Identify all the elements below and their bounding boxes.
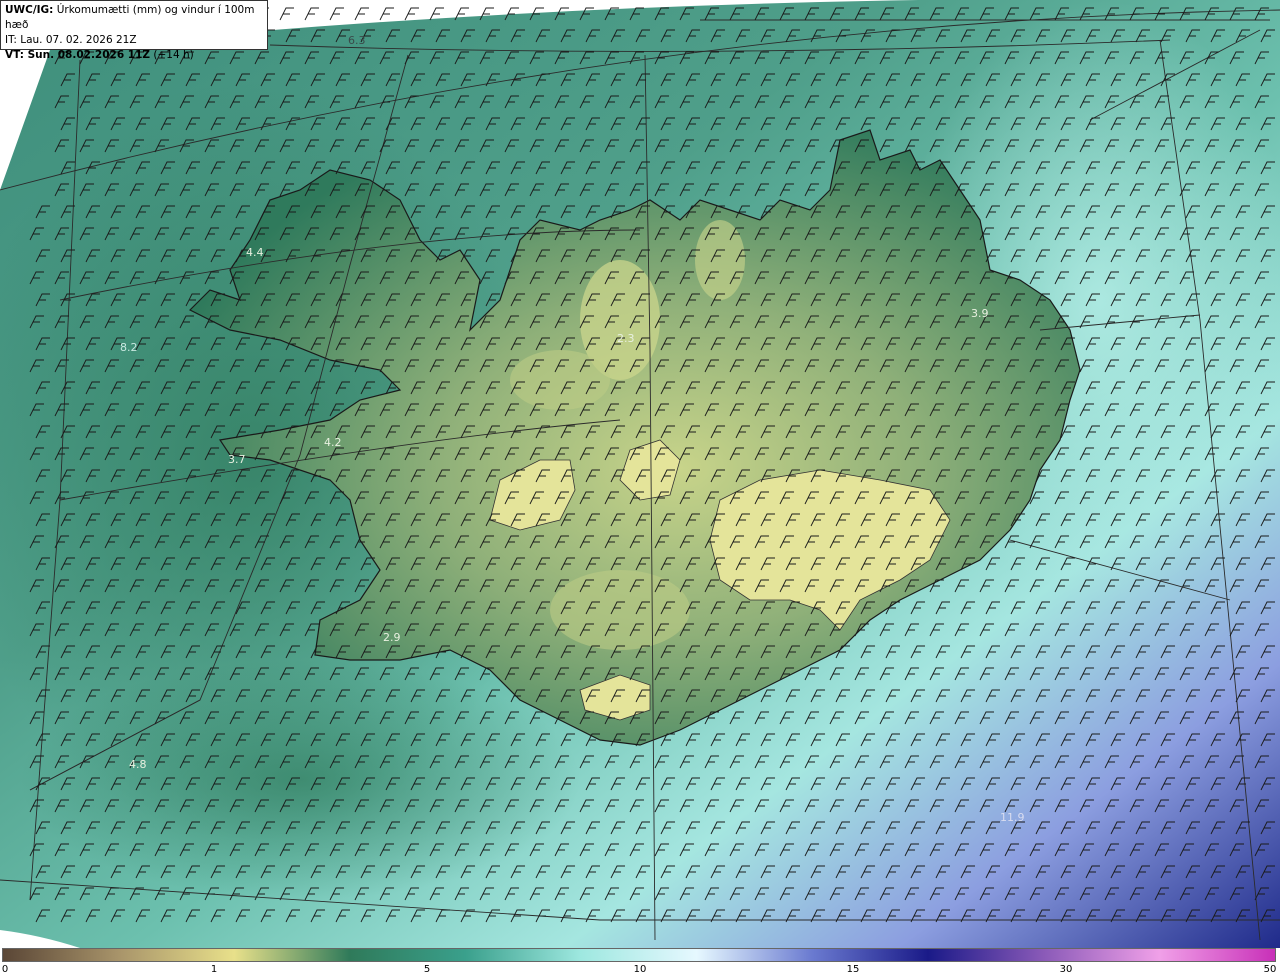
colorbar-tick-5: 5: [423, 964, 431, 975]
product-label: UWC/IG:: [5, 4, 54, 16]
colorbar-gradient: [2, 948, 1276, 962]
map-header: UWC/IG: Úrkomumætti (mm) og vindur í 100…: [0, 0, 268, 61]
colorbar-tick-1: 1: [210, 964, 218, 975]
colorbar: 0 1 5 10 15 30 50: [0, 948, 1280, 978]
map-label-8-2: 8.2: [120, 341, 138, 354]
forecast-lead: (+14 h): [150, 49, 194, 61]
map-label-11-9: 11.9: [1000, 811, 1025, 824]
colorbar-tick-10: 10: [633, 964, 647, 975]
valid-time: VT: Sun. 08.02.2026 11Z: [5, 49, 151, 61]
colorbar-tick-30: 30: [1059, 964, 1073, 975]
colorbar-tick-0: 0: [1, 964, 9, 975]
map-label-6-3: 6.3: [348, 34, 366, 47]
issue-time: IT: Lau. 07. 02. 2026 21Z: [5, 34, 137, 46]
forecast-map: 6.3 4.4 8.2 4.2 3.7 2.9 4.8 2.3 3.9 11.9: [0, 0, 1280, 948]
map-label-4-4: 4.4: [246, 246, 264, 259]
map-label-3-9: 3.9: [971, 307, 989, 320]
map-label-2-9: 2.9: [383, 631, 401, 644]
map-label-3-7: 3.7: [228, 453, 246, 466]
colorbar-tick-50: 50: [1263, 964, 1277, 975]
map-label-4-2: 4.2: [324, 436, 342, 449]
colorbar-tick-15: 15: [846, 964, 860, 975]
map-label-4-8: 4.8: [129, 758, 147, 771]
map-label-2-3: 2.3: [617, 332, 635, 345]
